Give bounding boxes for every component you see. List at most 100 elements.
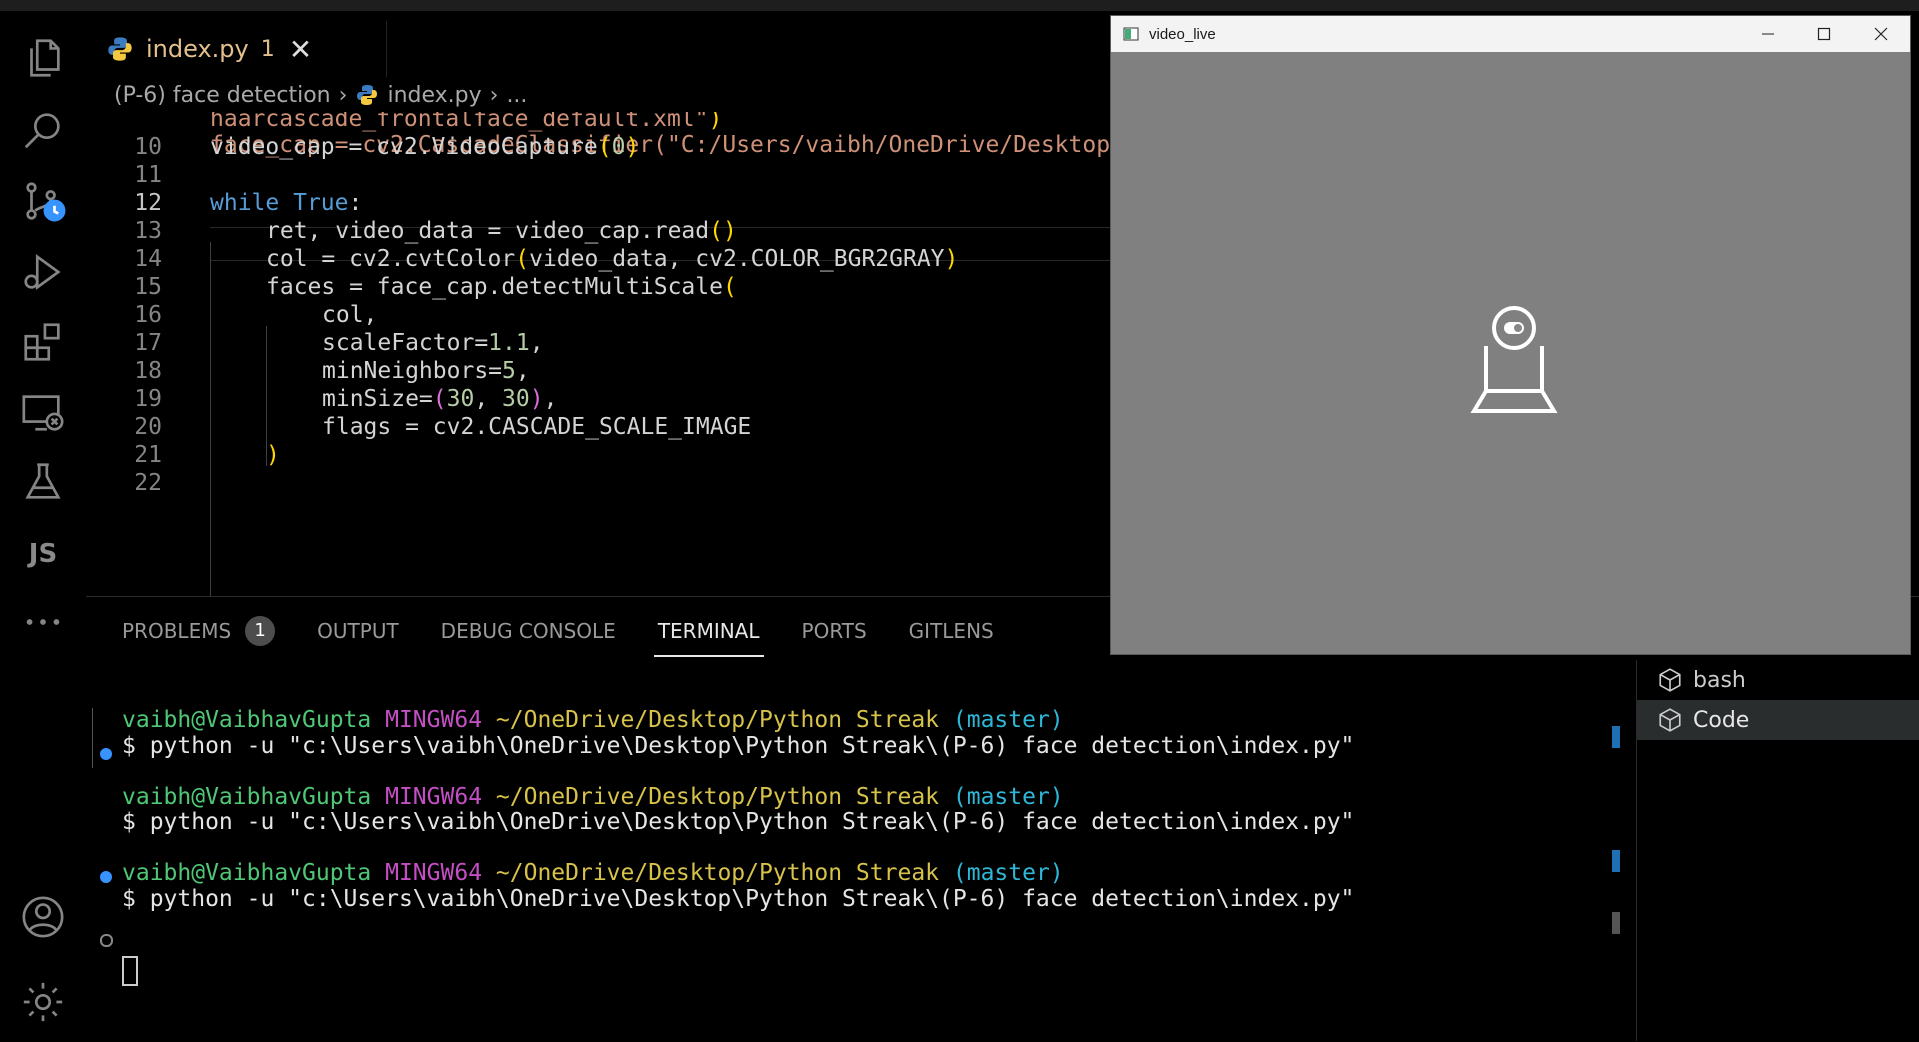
terminal-cube-icon (1659, 708, 1681, 732)
tab-index-py[interactable]: index.py 1 ✕ (106, 21, 387, 77)
extensions-icon[interactable] (18, 317, 68, 367)
window-top-bar (0, 0, 1919, 11)
prompt-branch: (master) (952, 783, 1064, 810)
webcam-icon (1470, 306, 1558, 413)
prompt-env: MINGW64 (385, 707, 483, 733)
code-token: ( (432, 386, 447, 412)
tab-label: DEBUG CONSOLE (440, 619, 616, 643)
problems-badge: 1 (245, 616, 276, 646)
tab-output[interactable]: OUTPUT (317, 611, 399, 651)
minimize-button[interactable] (1739, 16, 1797, 52)
code-token: minNeighbors= (322, 358, 503, 384)
terminal-command-guide (92, 708, 93, 768)
tab-ports[interactable]: PORTS (802, 611, 867, 651)
prompt-branch: (master) (952, 707, 1064, 733)
terminal-cube-icon (1659, 668, 1681, 692)
close-window-button[interactable] (1852, 16, 1910, 52)
code-token: video_data, cv2.COLOR_BGR2GRAY (529, 246, 945, 272)
code-token: col, (322, 302, 378, 328)
maximize-button[interactable] (1795, 16, 1853, 52)
code-token: ) (708, 112, 723, 132)
code-token: , (529, 330, 544, 356)
run-debug-icon[interactable] (18, 247, 68, 297)
tab-debug-console[interactable]: DEBUG CONSOLE (441, 611, 616, 651)
code-token: 1.1 (488, 330, 530, 356)
explorer-icon[interactable] (18, 33, 68, 83)
prompt-path: ~/OneDrive/Desktop/Python Streak (495, 707, 940, 733)
prompt-branch: (master) (952, 860, 1064, 886)
tab-problems[interactable]: PROBLEMS 1 (122, 611, 276, 651)
command-status-dot[interactable] (100, 748, 112, 760)
minimize-icon (1762, 33, 1774, 35)
code-token: scaleFactor= (322, 330, 489, 356)
terminal-command: $ python -u "c:\Users\vaibh\OneDrive\Des… (122, 809, 1355, 835)
code-token: 5 (502, 358, 516, 384)
testing-icon[interactable] (18, 457, 68, 507)
prompt-user: vaibh@VaibhavGupta (122, 707, 372, 733)
code-token: ) (266, 442, 280, 468)
breadcrumb-folder[interactable]: (P-6) face detection (114, 83, 331, 108)
terminal-item-bash[interactable]: bash (1637, 660, 1919, 700)
close-icon (1874, 27, 1888, 41)
code-token: 0 (611, 134, 626, 160)
breadcrumb-more[interactable]: ... (506, 83, 527, 108)
terminal-prompt: vaibh@VaibhavGupta MINGW64 ~/OneDrive/De… (122, 784, 1064, 810)
code-token: col = cv2.cvtColor (266, 246, 516, 272)
search-icon[interactable] (18, 105, 68, 155)
code-token: 30 (446, 386, 475, 412)
scrollbar-marker (1612, 850, 1620, 872)
terminal-cursor (122, 956, 138, 986)
breadcrumb-file[interactable]: index.py (387, 83, 481, 108)
code-token: True (293, 190, 349, 216)
tab-label: PORTS (801, 619, 867, 643)
activity-bar: JS (0, 11, 86, 1041)
code-token: ret, video_data = video_cap.read (266, 218, 710, 244)
code-token: flags = cv2.CASCADE_SCALE_IMAGE (322, 414, 752, 440)
command-status-dot[interactable] (100, 934, 113, 947)
code-token: , (474, 386, 503, 412)
tab-problem-count: 1 (260, 36, 275, 62)
tab-terminal[interactable]: TERMINAL (653, 611, 764, 657)
maximize-icon (1817, 27, 1831, 41)
code-token: ( (722, 274, 737, 300)
terminal-prompt: vaibh@VaibhavGupta MINGW64 ~/OneDrive/De… (122, 707, 1064, 733)
terminal-item-code[interactable]: Code (1637, 700, 1919, 740)
prompt-user: vaibh@VaibhavGupta (122, 783, 372, 810)
prompt-env: MINGW64 (385, 860, 483, 886)
terminal-list: bash Code (1636, 660, 1919, 1041)
terminal-output[interactable]: vaibh@VaibhavGupta MINGW64 ~/OneDrive/De… (122, 707, 1622, 912)
account-icon[interactable] (18, 892, 68, 942)
code-token: haarcascade_frontalface_default.xml" (210, 112, 709, 132)
tab-label: GITLENS (908, 619, 994, 643)
more-icon[interactable] (18, 597, 68, 647)
prompt-path: ~/OneDrive/Desktop/Python Streak (495, 860, 940, 886)
source-control-icon[interactable] (18, 176, 68, 226)
settings-gear-icon[interactable] (18, 977, 68, 1027)
close-icon[interactable]: ✕ (289, 33, 312, 66)
video-live-window[interactable]: video_live (1110, 15, 1911, 655)
remote-explorer-icon[interactable] (18, 387, 68, 437)
tab-gitlens[interactable]: GITLENS (909, 611, 994, 651)
code-token: 30 (502, 386, 530, 412)
python-icon (108, 37, 132, 61)
javascript-icon[interactable]: JS (18, 529, 68, 579)
code-token: while (210, 190, 280, 216)
code-token: video_cap = cv2.VideoCapture (210, 134, 598, 160)
window-title-bar[interactable]: video_live (1111, 16, 1910, 52)
command-status-dot[interactable] (100, 871, 112, 883)
panel-tabs: PROBLEMS 1 OUTPUT DEBUG CONSOLE TERMINAL … (122, 611, 1036, 657)
code-token: () (709, 218, 737, 244)
code-token: ( (515, 246, 530, 272)
prompt-path: ~/OneDrive/Desktop/Python Streak (495, 783, 940, 810)
scrollbar-marker (1612, 726, 1620, 748)
code-token: , (543, 386, 558, 412)
code-token: ) (625, 134, 640, 160)
window-title: video_live (1149, 25, 1216, 43)
terminal-command: $ python -u "c:\Users\vaibh\OneDrive\Des… (122, 732, 1355, 759)
terminal-item-label: bash (1693, 667, 1746, 693)
breadcrumb: (P-6) face detection › index.py › ... (114, 78, 527, 112)
terminal-prompt: vaibh@VaibhavGupta MINGW64 ~/OneDrive/De… (122, 860, 1064, 886)
chevron-right-icon: › (338, 82, 348, 108)
terminal-command: $ python -u "c:\Users\vaibh\OneDrive\Des… (122, 885, 1355, 912)
